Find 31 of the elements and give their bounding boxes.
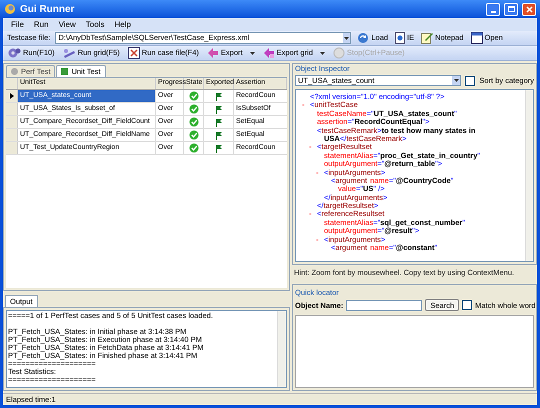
menu-item[interactable]: Help bbox=[114, 18, 131, 30]
menu-item[interactable]: File bbox=[11, 18, 24, 30]
minimize-button[interactable] bbox=[486, 2, 500, 16]
menu-item[interactable]: Run bbox=[34, 18, 49, 30]
file-icon bbox=[128, 47, 140, 59]
caret-icon bbox=[320, 52, 325, 54]
scrollbar[interactable] bbox=[277, 311, 286, 387]
notepad-icon bbox=[421, 32, 434, 44]
checkbox[interactable] bbox=[465, 76, 476, 86]
app-icon bbox=[4, 3, 16, 15]
window-title: Gui Runner bbox=[20, 2, 74, 16]
maximize-button[interactable] bbox=[504, 2, 518, 16]
stop-icon bbox=[332, 47, 345, 59]
export-icon bbox=[206, 47, 219, 59]
close-icon bbox=[526, 6, 532, 12]
export-grid-icon bbox=[262, 47, 275, 59]
square-icon bbox=[61, 68, 68, 75]
document-icon bbox=[395, 32, 406, 44]
caret-icon bbox=[250, 52, 255, 54]
checkbox[interactable] bbox=[462, 300, 472, 310]
refresh-icon bbox=[357, 32, 370, 44]
run-grid-icon bbox=[62, 47, 76, 59]
row-pointer-icon bbox=[10, 93, 14, 99]
close-button[interactable] bbox=[522, 2, 536, 16]
object-name-field[interactable] bbox=[346, 300, 422, 311]
caret-icon bbox=[454, 79, 459, 82]
window-icon bbox=[470, 32, 482, 44]
menu-item[interactable]: View bbox=[58, 18, 76, 30]
caret-icon bbox=[344, 36, 350, 40]
scrollbar[interactable] bbox=[525, 90, 533, 261]
menu-item[interactable]: Tools bbox=[86, 18, 104, 30]
